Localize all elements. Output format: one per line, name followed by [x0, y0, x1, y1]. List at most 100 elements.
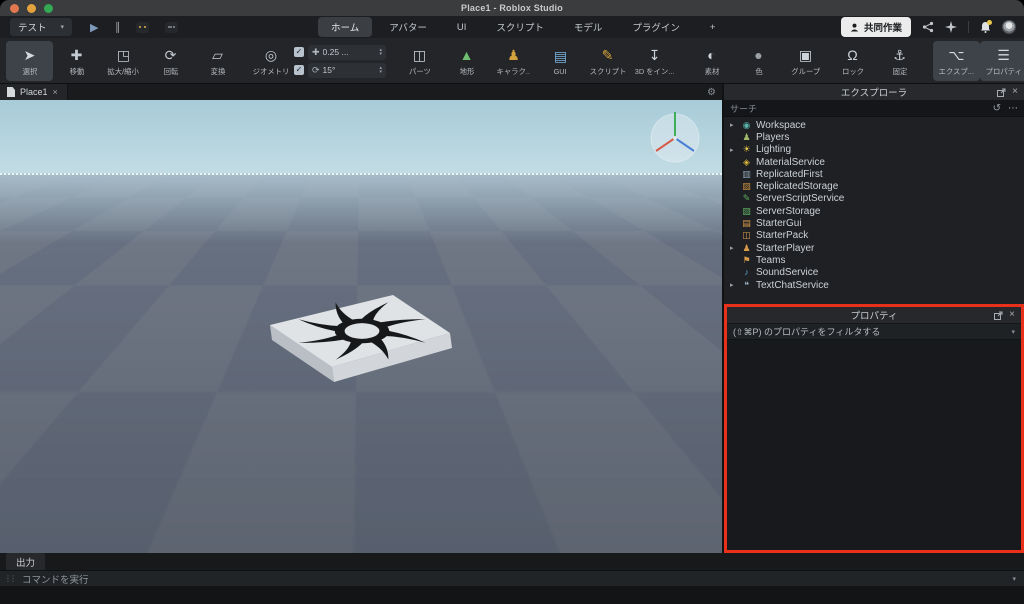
explorer-tree-item[interactable]: ▸ ✎ ServerScriptService	[724, 193, 1024, 205]
drag-handle-icon[interactable]: ⋮⋮	[4, 574, 17, 583]
explorer-tree-item[interactable]: ▸ ▧ ServerStorage	[724, 205, 1024, 217]
explorer-tree-item[interactable]: ▸ ▨ ReplicatedStorage	[724, 180, 1024, 192]
ribbon-button-label: 色	[754, 66, 763, 76]
ribbon-button[interactable]: ● 色	[735, 41, 782, 81]
rotate-snap-value: 15°	[322, 65, 336, 75]
explorer-tree-item[interactable]: ▸ ◫ StarterPack	[724, 230, 1024, 242]
explorer-tree-item[interactable]: ▸ ▥ ReplicatedFirst	[724, 168, 1024, 180]
place-tab[interactable]: Place1 ×	[0, 84, 68, 100]
ribbon-button[interactable]: ▱ 変換	[194, 41, 241, 81]
service-name: SoundService	[756, 267, 819, 279]
geometry-button[interactable]: ◎ ジオメトリ	[251, 41, 291, 81]
expand-arrow-icon[interactable]: ▸	[730, 244, 737, 252]
ribbon-button[interactable]: ◐ 素材	[688, 41, 735, 81]
explorer-tree-item[interactable]: ▸ ⚑ Teams	[724, 254, 1024, 266]
explorer-tree-item[interactable]: ▸ ▤ StarterGui	[724, 217, 1024, 229]
ribbon-button[interactable]: Ω ロック	[829, 41, 876, 81]
stop-button[interactable]	[164, 21, 178, 33]
account-avatar[interactable]	[1002, 20, 1016, 34]
expand-arrow-icon[interactable]: ▸	[730, 146, 737, 154]
ribbon-tab[interactable]: +	[697, 19, 729, 36]
ribbon-tab[interactable]: アバター	[376, 17, 440, 37]
baseplate-grid[interactable]	[0, 100, 722, 175]
stepper-arrows[interactable]: ▴ ▾	[379, 66, 382, 75]
service-name: ReplicatedFirst	[756, 168, 823, 180]
ribbon-button[interactable]: ☰ プロパティ	[980, 41, 1024, 81]
ribbon-tab[interactable]: ホーム	[318, 17, 373, 37]
properties-empty-body	[727, 340, 1021, 550]
view-orientation-gizmo[interactable]	[646, 106, 704, 168]
rotate-snap-checkbox[interactable]: ✓	[294, 65, 304, 75]
ribbon-button[interactable]: ↧ 3D をイン...	[631, 41, 678, 81]
search-options-icon[interactable]: ⋯	[1008, 103, 1018, 114]
explorer-tree-item[interactable]: ▸ ☀ Lighting	[724, 144, 1024, 156]
ribbon-button[interactable]: ◫ パーツ	[396, 41, 443, 81]
collaborate-button[interactable]: 共同作業	[840, 17, 911, 37]
ribbon-button[interactable]: ▣ グループ	[782, 41, 829, 81]
close-tab-icon[interactable]: ×	[53, 87, 58, 97]
rotate-snap-field[interactable]: ⟳ 15° ▴ ▾	[308, 62, 386, 78]
explorer-tree-item[interactable]: ▸ ♟ StarterPlayer	[724, 242, 1024, 254]
3d-viewport[interactable]	[0, 100, 722, 553]
assistant-sparkle-icon[interactable]	[945, 21, 957, 33]
ribbon-button[interactable]: ▤ GUI	[537, 41, 584, 81]
ribbon-button-icon: ◫	[412, 46, 427, 63]
test-mode-dropdown[interactable]: テスト ▾	[10, 18, 73, 36]
viewport-settings-gear-icon[interactable]: ⚙	[707, 87, 716, 98]
ribbon-button[interactable]: ⚓ 固定	[876, 41, 923, 81]
close-panel-icon[interactable]: ×	[1009, 310, 1015, 320]
chevron-down-icon[interactable]: ▾	[1012, 575, 1016, 583]
ribbon-button[interactable]: ▲ 地形	[443, 41, 490, 81]
collaborate-label: 共同作業	[863, 23, 902, 34]
float-panel-icon[interactable]	[994, 311, 1003, 320]
ribbon-button-icon: ⌥	[948, 46, 965, 63]
explorer-tree-item[interactable]: ▸ ◈ MaterialService	[724, 156, 1024, 168]
ribbon-tab[interactable]: プラグイン	[619, 17, 693, 37]
expand-arrow-icon[interactable]: ▸	[730, 281, 737, 289]
ribbon-tab[interactable]: スクリプト	[483, 17, 557, 37]
part-with-decal[interactable]	[250, 290, 470, 400]
stepper-arrows[interactable]: ▴ ▾	[379, 48, 382, 57]
service-icon: ✎	[742, 193, 751, 204]
output-tab[interactable]: 出力	[6, 552, 46, 571]
geometry-label: ジオメトリ	[252, 66, 290, 76]
play-button[interactable]: ▶	[90, 21, 98, 34]
ribbon-button[interactable]: ➤ 選択	[6, 41, 53, 81]
ribbon-button[interactable]: ✎ スクリプト	[584, 41, 631, 81]
ribbon-button[interactable]: ⌥ エクスプ...	[933, 41, 980, 81]
move-snap-value: 0.25 ...	[322, 47, 349, 57]
explorer-tree-item[interactable]: ▸ ♪ SoundService	[724, 267, 1024, 279]
person-icon	[850, 23, 859, 31]
edit-tools-group: ◐ 素材 ● 色 ▣ グループ Ω ロック ⚓ 固定	[688, 41, 923, 81]
float-panel-icon[interactable]	[997, 88, 1006, 97]
ribbon-button-icon: ↧	[648, 46, 661, 63]
share-icon[interactable]	[922, 21, 934, 33]
explorer-tree-item[interactable]: ▸ ◉ Workspace	[724, 119, 1024, 131]
explorer-tree: ▸ ◉ Workspace ▸ ♟ Players ▸ ☀ Lighting	[724, 117, 1024, 304]
ribbon-button[interactable]: ⟳ 回転	[147, 41, 194, 81]
move-snap-field[interactable]: ✚ 0.25 ... ▴ ▾	[308, 44, 386, 60]
command-bar[interactable]: ⋮⋮ コマンドを実行 ▾	[0, 570, 1024, 586]
expand-arrow-icon[interactable]: ▸	[730, 121, 737, 129]
close-panel-icon[interactable]: ×	[1012, 87, 1018, 97]
notifications-button[interactable]	[980, 20, 992, 33]
pause-button[interactable]: ║	[115, 22, 121, 32]
ribbon-tab[interactable]: UI	[444, 19, 480, 36]
search-history-icon[interactable]: ↺	[993, 103, 1001, 114]
properties-filter-input[interactable]: (⇧⌘P) のプロパティをフィルタする ▾	[727, 324, 1021, 340]
chevron-down-icon: ▾	[1011, 328, 1015, 336]
chevron-down-icon: ▾	[60, 24, 65, 31]
properties-panel-title: プロパティ	[850, 311, 898, 322]
ribbon-tab[interactable]: モデル	[561, 17, 616, 37]
ribbon-button[interactable]: ♟ キャラク..	[490, 41, 537, 81]
explorer-tree-item[interactable]: ▸ ❝ TextChatService	[724, 279, 1024, 291]
ribbon-button-icon: ➤	[23, 46, 36, 63]
clients-button[interactable]	[135, 21, 149, 33]
ribbon-button[interactable]: ◳ 拡大/縮小	[100, 41, 147, 81]
ribbon-toolbar: ➤ 選択 ✚ 移動 ◳ 拡大/縮小 ⟳ 回転 ▱ 変換 ◎ ジオメトリ ✓ ✚ …	[0, 38, 1024, 84]
move-snap-checkbox[interactable]: ✓	[294, 47, 304, 57]
ribbon-button[interactable]: ✚ 移動	[53, 41, 100, 81]
notification-badge	[987, 20, 992, 25]
explorer-tree-item[interactable]: ▸ ♟ Players	[724, 131, 1024, 143]
explorer-search[interactable]: サーチ ↺ ⋯	[724, 101, 1024, 117]
